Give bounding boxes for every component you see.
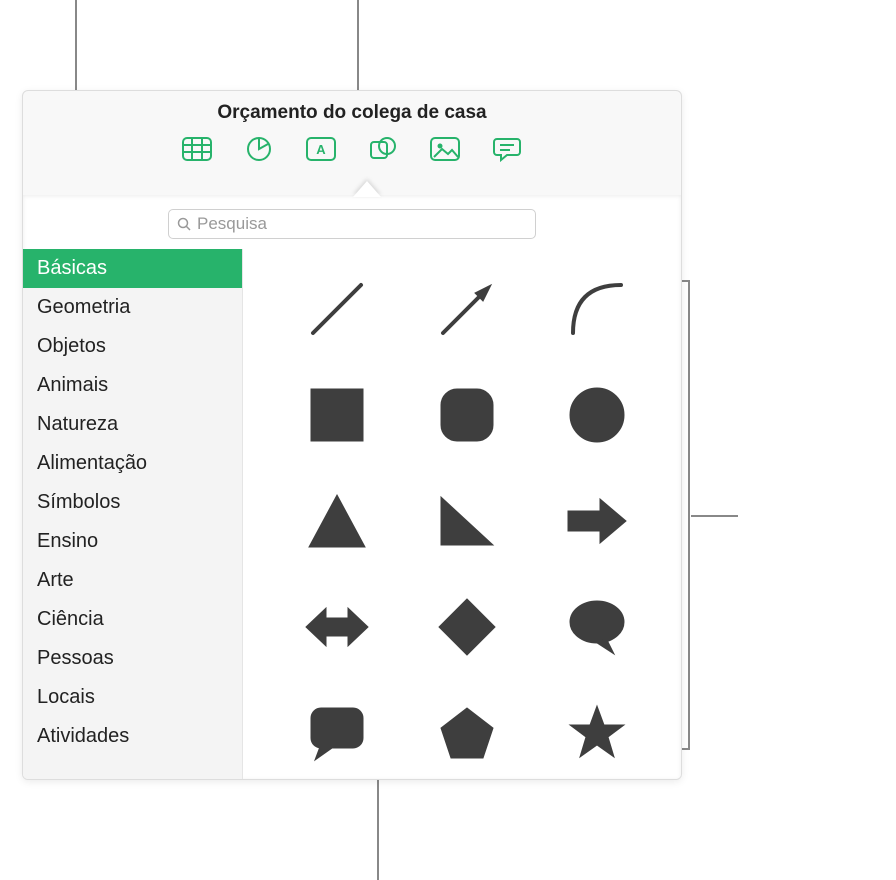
popover-body: Básicas Geometria Objetos Animais Nature… bbox=[23, 249, 681, 779]
sidebar-item-pessoas[interactable]: Pessoas bbox=[23, 639, 242, 678]
popover-arrow bbox=[353, 181, 381, 197]
shape-circle[interactable] bbox=[557, 375, 637, 455]
text-box-icon[interactable]: A bbox=[302, 134, 340, 164]
callout-line bbox=[377, 778, 379, 880]
shape-square[interactable] bbox=[297, 375, 377, 455]
shape-category-sidebar: Básicas Geometria Objetos Animais Nature… bbox=[23, 249, 243, 779]
search-row bbox=[23, 195, 681, 249]
shape-triangle[interactable] bbox=[297, 481, 377, 561]
svg-text:A: A bbox=[316, 142, 326, 157]
sidebar-item-label: Objetos bbox=[37, 335, 106, 357]
sidebar-item-label: Arte bbox=[37, 569, 74, 591]
sidebar-item-atividades[interactable]: Atividades bbox=[23, 717, 242, 756]
sidebar-item-label: Básicas bbox=[37, 257, 107, 279]
sidebar-item-label: Pessoas bbox=[37, 647, 114, 669]
window-title: Orçamento do colega de casa bbox=[23, 91, 681, 130]
search-icon bbox=[177, 217, 191, 231]
shape-speech-bubble-square[interactable] bbox=[297, 693, 377, 773]
search-input[interactable] bbox=[197, 214, 527, 234]
shape-curve[interactable] bbox=[557, 269, 637, 349]
shape-arrow-line[interactable] bbox=[427, 269, 507, 349]
shapes-popover: Básicas Geometria Objetos Animais Nature… bbox=[23, 195, 681, 779]
sidebar-item-basicas[interactable]: Básicas bbox=[23, 249, 242, 288]
shape-arrow-right[interactable] bbox=[557, 481, 637, 561]
sidebar-item-label: Animais bbox=[37, 374, 108, 396]
sidebar-item-objetos[interactable]: Objetos bbox=[23, 327, 242, 366]
search-field[interactable] bbox=[168, 209, 536, 239]
shape-right-triangle[interactable] bbox=[427, 481, 507, 561]
shape-grid bbox=[243, 249, 681, 779]
sidebar-item-natureza[interactable]: Natureza bbox=[23, 405, 242, 444]
sidebar-item-geometria[interactable]: Geometria bbox=[23, 288, 242, 327]
sidebar-item-locais[interactable]: Locais bbox=[23, 678, 242, 717]
app-window: Orçamento do colega de casa A bbox=[22, 90, 682, 780]
media-icon[interactable] bbox=[426, 134, 464, 164]
shape-pentagon[interactable] bbox=[427, 693, 507, 773]
chart-icon[interactable] bbox=[240, 134, 278, 164]
shape-speech-bubble-round[interactable] bbox=[557, 587, 637, 667]
toolbar: A bbox=[23, 130, 681, 178]
sidebar-item-animais[interactable]: Animais bbox=[23, 366, 242, 405]
shape-arrow-left-right[interactable] bbox=[297, 587, 377, 667]
sidebar-item-label: Ensino bbox=[37, 530, 98, 552]
sidebar-item-arte[interactable]: Arte bbox=[23, 561, 242, 600]
sidebar-item-label: Ciência bbox=[37, 608, 104, 630]
shape-star[interactable] bbox=[557, 693, 637, 773]
table-icon[interactable] bbox=[178, 134, 216, 164]
sidebar-item-simbolos[interactable]: Símbolos bbox=[23, 483, 242, 522]
shape-icon[interactable] bbox=[364, 134, 402, 164]
shape-line[interactable] bbox=[297, 269, 377, 349]
sidebar-item-alimentacao[interactable]: Alimentação bbox=[23, 444, 242, 483]
sidebar-item-label: Geometria bbox=[37, 296, 130, 318]
shape-rounded-square[interactable] bbox=[427, 375, 507, 455]
comment-icon[interactable] bbox=[488, 134, 526, 164]
callout-line bbox=[691, 515, 738, 517]
sidebar-item-label: Natureza bbox=[37, 413, 118, 435]
sidebar-item-label: Locais bbox=[37, 686, 95, 708]
sidebar-item-label: Símbolos bbox=[37, 491, 120, 513]
sidebar-item-ciencia[interactable]: Ciência bbox=[23, 600, 242, 639]
sidebar-item-label: Atividades bbox=[37, 725, 129, 747]
sidebar-item-ensino[interactable]: Ensino bbox=[23, 522, 242, 561]
shape-diamond[interactable] bbox=[427, 587, 507, 667]
sidebar-item-label: Alimentação bbox=[37, 452, 147, 474]
